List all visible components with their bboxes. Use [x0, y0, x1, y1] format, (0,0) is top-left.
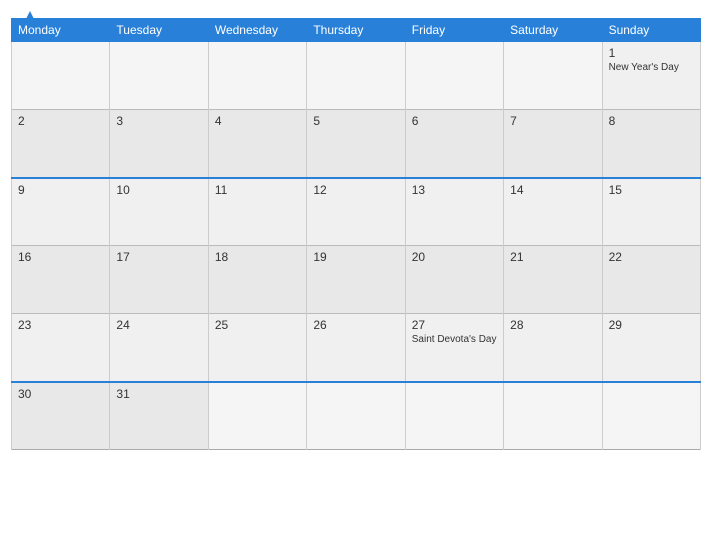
weekday-header-friday: Friday [405, 19, 503, 42]
day-number: 24 [116, 318, 201, 332]
day-event: New Year's Day [609, 62, 694, 73]
day-number: 5 [313, 114, 398, 128]
day-number: 2 [18, 114, 103, 128]
day-number: 18 [215, 250, 300, 264]
calendar-cell: 29 [602, 314, 700, 382]
day-number: 25 [215, 318, 300, 332]
calendar-cell: 21 [504, 246, 602, 314]
day-number: 10 [116, 183, 201, 197]
week-row-1: 1 New Year's Day [12, 42, 701, 110]
calendar-cell: 2 [12, 110, 110, 178]
day-number: 9 [18, 183, 103, 197]
calendar-cell [208, 42, 306, 110]
calendar-cell: 17 [110, 246, 208, 314]
day-number: 8 [609, 114, 694, 128]
calendar-cell: 11 [208, 178, 306, 246]
calendar-header [0, 0, 712, 16]
day-number: 26 [313, 318, 398, 332]
weekday-header-sunday: Sunday [602, 19, 700, 42]
calendar-cell: 3 [110, 110, 208, 178]
calendar-cell: 24 [110, 314, 208, 382]
calendar-cell: 27 Saint Devota's Day [405, 314, 503, 382]
calendar-cell: 20 [405, 246, 503, 314]
day-number: 13 [412, 183, 497, 197]
calendar-cell [12, 42, 110, 110]
day-number: 30 [18, 387, 103, 401]
calendar-cell: 16 [12, 246, 110, 314]
day-number: 7 [510, 114, 595, 128]
calendar-cell: 4 [208, 110, 306, 178]
calendar-cell: 31 [110, 382, 208, 450]
day-number: 20 [412, 250, 497, 264]
calendar-cell [208, 382, 306, 450]
calendar-cell: 23 [12, 314, 110, 382]
logo-triangle-icon [23, 11, 37, 30]
calendar-cell: 8 [602, 110, 700, 178]
week-row-2: 2345678 [12, 110, 701, 178]
day-event: Saint Devota's Day [412, 334, 497, 345]
day-number: 16 [18, 250, 103, 264]
calendar-cell [504, 42, 602, 110]
day-number: 3 [116, 114, 201, 128]
calendar-cell [307, 42, 405, 110]
day-number: 19 [313, 250, 398, 264]
day-number: 4 [215, 114, 300, 128]
calendar-cell [405, 42, 503, 110]
weekday-header-wednesday: Wednesday [208, 19, 306, 42]
calendar-cell: 19 [307, 246, 405, 314]
calendar-cell [405, 382, 503, 450]
calendar-cell: 6 [405, 110, 503, 178]
calendar-cell: 15 [602, 178, 700, 246]
week-row-3: 9 10 11 12 13 14 15 [12, 178, 701, 246]
weekday-header-saturday: Saturday [504, 19, 602, 42]
day-number: 11 [215, 183, 300, 197]
calendar-cell: 22 [602, 246, 700, 314]
day-number: 1 [609, 46, 694, 60]
calendar-cell: 14 [504, 178, 602, 246]
day-number: 15 [609, 183, 694, 197]
day-number: 21 [510, 250, 595, 264]
calendar-cell: 10 [110, 178, 208, 246]
calendar-cell: 12 [307, 178, 405, 246]
calendar-cell: 25 [208, 314, 306, 382]
day-number: 28 [510, 318, 595, 332]
calendar-cell: 7 [504, 110, 602, 178]
calendar-cell [307, 382, 405, 450]
calendar-cell: 9 [12, 178, 110, 246]
calendar-cell: 26 [307, 314, 405, 382]
day-number: 31 [116, 387, 201, 401]
logo [20, 10, 37, 30]
day-number: 29 [609, 318, 694, 332]
calendar-cell [504, 382, 602, 450]
calendar-cell: 28 [504, 314, 602, 382]
calendar-cell: 1 New Year's Day [602, 42, 700, 110]
calendar-cell: 5 [307, 110, 405, 178]
weekday-header-thursday: Thursday [307, 19, 405, 42]
calendar-cell: 18 [208, 246, 306, 314]
calendar-cell: 30 [12, 382, 110, 450]
calendar-cell: 13 [405, 178, 503, 246]
week-row-5: 23 24 25 26 27 Saint Devota's Day 28 29 [12, 314, 701, 382]
calendar-cell [110, 42, 208, 110]
day-number: 12 [313, 183, 398, 197]
day-number: 27 [412, 318, 497, 332]
day-number: 14 [510, 183, 595, 197]
week-row-6: 30 31 [12, 382, 701, 450]
weekday-header-row: MondayTuesdayWednesdayThursdayFridaySatu… [12, 19, 701, 42]
day-number: 17 [116, 250, 201, 264]
calendar-table: MondayTuesdayWednesdayThursdayFridaySatu… [11, 18, 701, 450]
calendar-cell [602, 382, 700, 450]
day-number: 22 [609, 250, 694, 264]
weekday-header-tuesday: Tuesday [110, 19, 208, 42]
day-number: 6 [412, 114, 497, 128]
week-row-4: 16 17 18 19 20 21 22 [12, 246, 701, 314]
day-number: 23 [18, 318, 103, 332]
